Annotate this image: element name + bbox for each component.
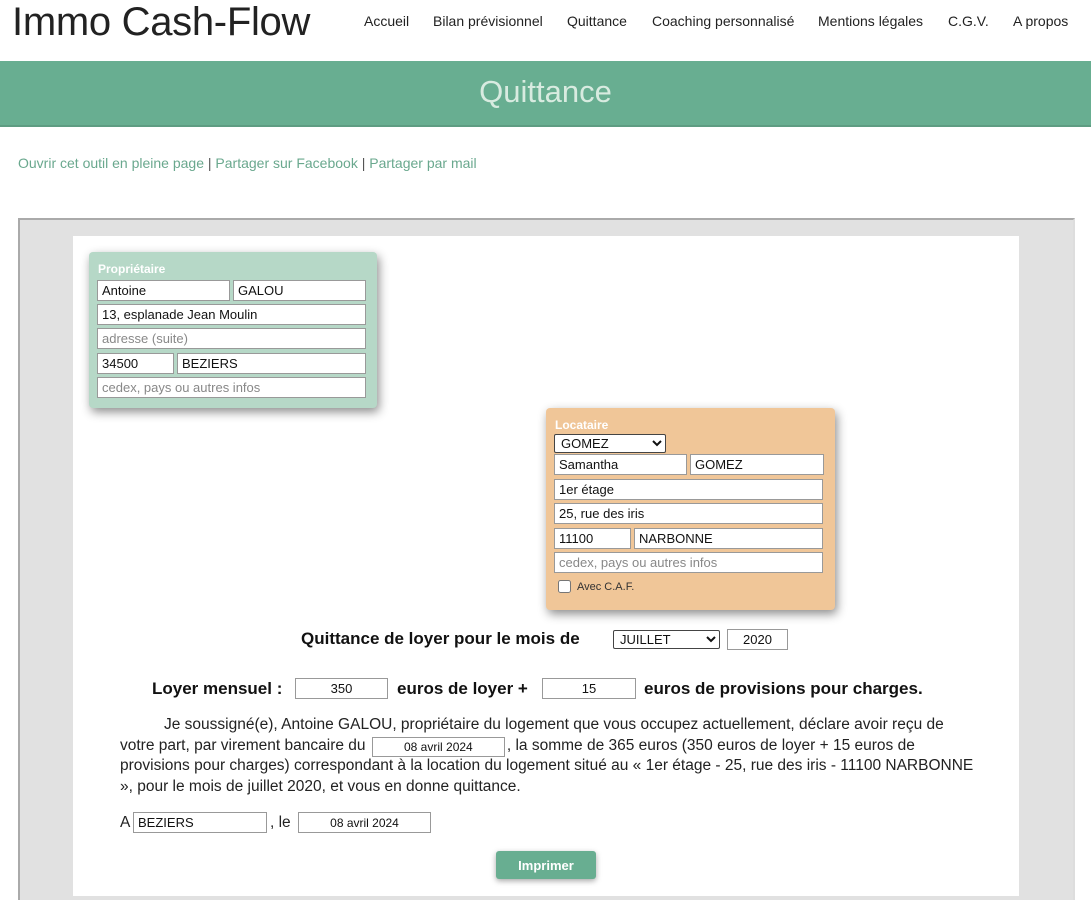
nav-bilan[interactable]: Bilan prévisionnel: [433, 13, 543, 29]
nav-quittance[interactable]: Quittance: [567, 13, 627, 29]
nav-mentions[interactable]: Mentions légales: [818, 13, 923, 29]
caf-label: Avec C.A.F.: [577, 581, 635, 593]
tenant-zip-input[interactable]: [554, 528, 631, 549]
tenant-card-title: Locataire: [555, 418, 609, 432]
share-links: Ouvrir cet outil en pleine page | Partag…: [18, 155, 477, 171]
owner-card: Propriétaire: [89, 252, 377, 408]
tenant-address2-input[interactable]: [554, 503, 823, 524]
tenant-card: Locataire GOMEZ Avec C.A.F.: [546, 408, 835, 610]
sign-date-input[interactable]: [298, 812, 431, 833]
nav-accueil[interactable]: Accueil: [364, 13, 409, 29]
place-input[interactable]: [133, 812, 267, 833]
owner-city-input[interactable]: [177, 353, 366, 374]
link-separator: |: [207, 155, 212, 171]
payment-date-input[interactable]: [371, 736, 505, 757]
tenant-extra-input[interactable]: [554, 552, 823, 573]
owner-first-name-input[interactable]: [97, 280, 230, 301]
month-select[interactable]: JUILLET: [613, 630, 720, 649]
owner-address1-input[interactable]: [97, 304, 366, 325]
nav-apropos[interactable]: A propos: [1013, 13, 1068, 29]
open-full-page-link[interactable]: Ouvrir cet outil en pleine page: [18, 155, 204, 171]
charges-suffix: euros de provisions pour charges.: [644, 679, 923, 698]
owner-address2-input[interactable]: [97, 328, 366, 349]
rent-label: Loyer mensuel :: [152, 679, 283, 698]
place-prefix: A: [120, 814, 131, 831]
share-mail-link[interactable]: Partager par mail: [369, 155, 476, 171]
main-nav: Accueil Bilan prévisionnel Quittance Coa…: [0, 13, 1091, 33]
rent-suffix: euros de loyer +: [397, 679, 528, 698]
nav-coaching[interactable]: Coaching personnalisé: [652, 13, 794, 29]
owner-last-name-input[interactable]: [233, 280, 366, 301]
nav-cgv[interactable]: C.G.V.: [948, 13, 989, 29]
print-button[interactable]: Imprimer: [496, 851, 596, 879]
tenant-address1-input[interactable]: [554, 479, 823, 500]
tenant-first-name-input[interactable]: [554, 454, 687, 475]
year-input[interactable]: [727, 629, 788, 650]
rent-input[interactable]: [295, 678, 388, 699]
receipt-text: Je soussigné(e), Antoine GALOU, propriét…: [120, 715, 980, 797]
tenant-last-name-input[interactable]: [690, 454, 824, 475]
owner-card-title: Propriétaire: [98, 262, 166, 276]
charges-input[interactable]: [542, 678, 636, 699]
owner-zip-input[interactable]: [97, 353, 174, 374]
date-prefix: , le: [270, 814, 291, 831]
page-title: Quittance: [479, 74, 612, 109]
share-facebook-link[interactable]: Partager sur Facebook: [215, 155, 357, 171]
tenant-select[interactable]: GOMEZ: [554, 434, 666, 453]
month-label: Quittance de loyer pour le mois de: [301, 629, 580, 648]
caf-checkbox[interactable]: [558, 580, 571, 593]
site-header: Immo Cash-Flow Accueil Bilan prévisionne…: [0, 0, 1091, 61]
owner-extra-input[interactable]: [97, 377, 366, 398]
page-banner: Quittance: [0, 61, 1091, 127]
link-separator: |: [361, 155, 366, 171]
tenant-city-input[interactable]: [634, 528, 823, 549]
